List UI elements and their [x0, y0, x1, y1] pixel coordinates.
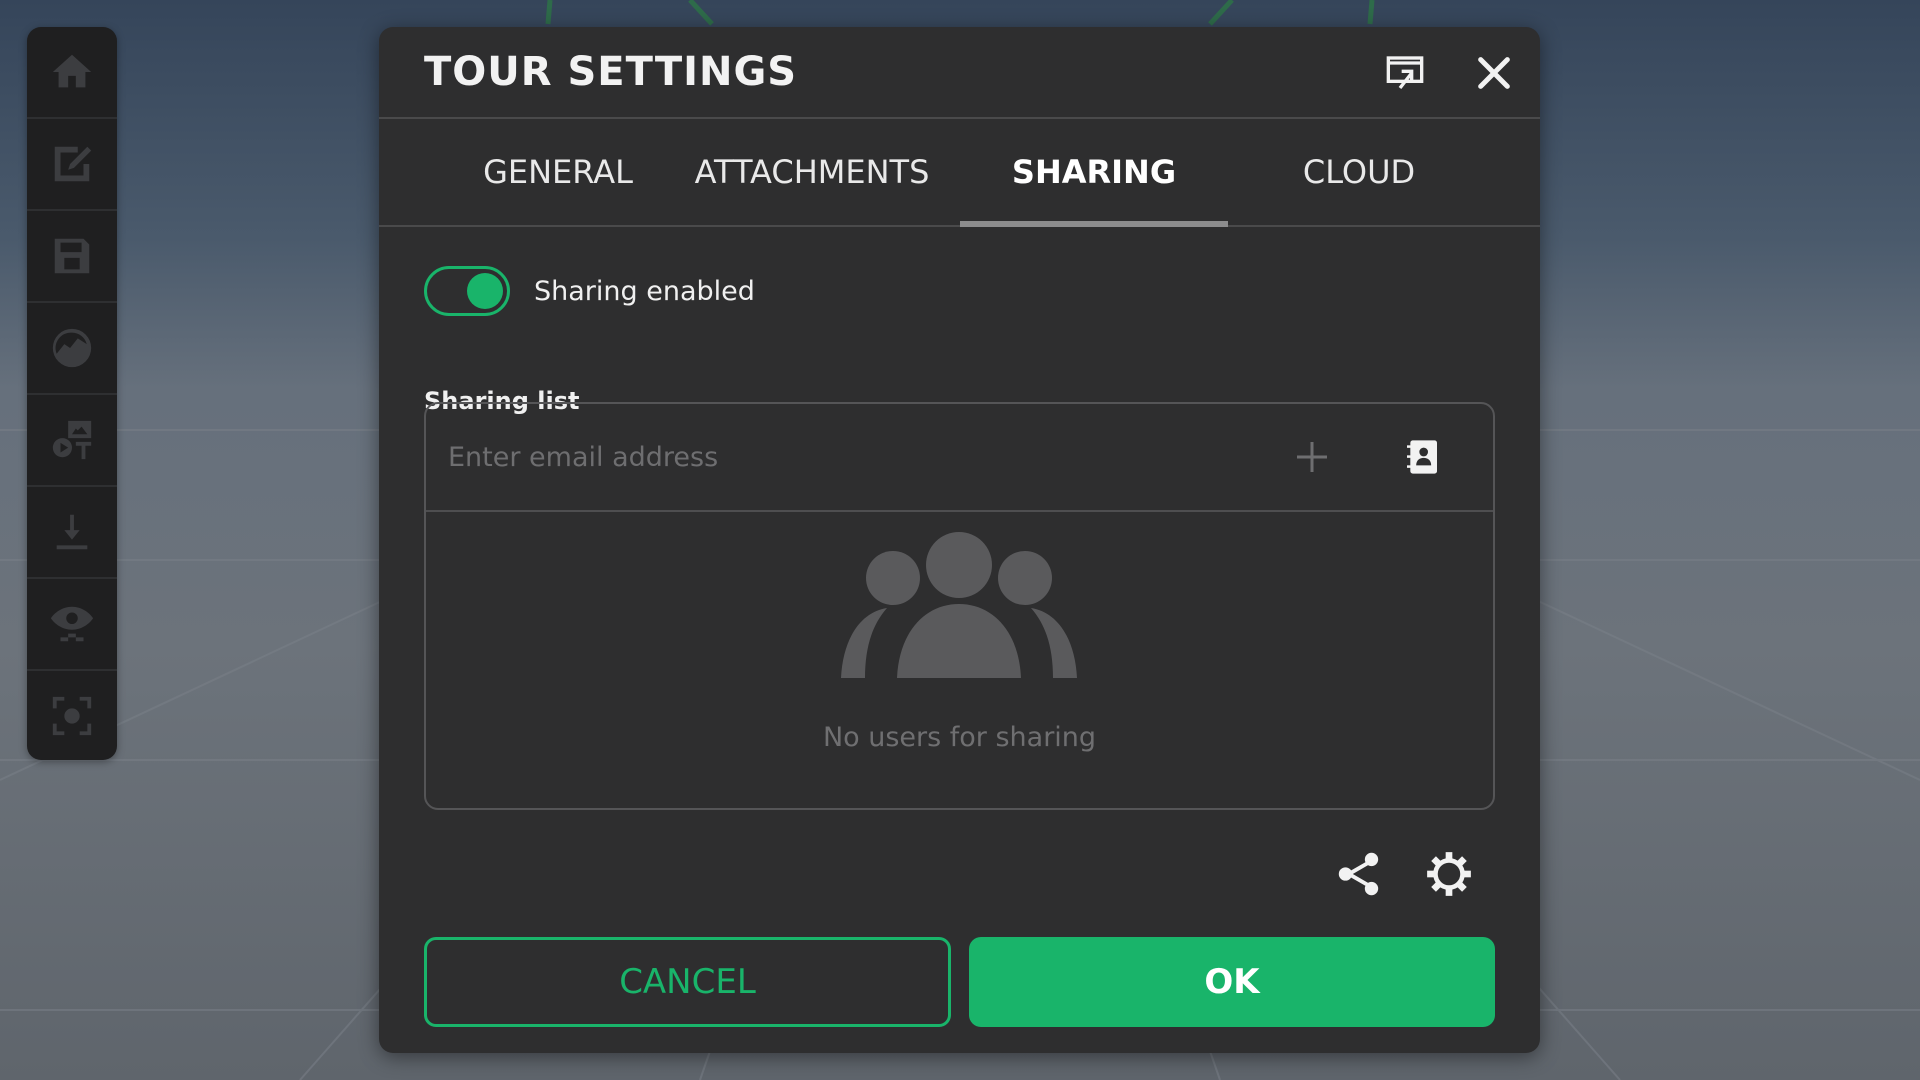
save-icon	[54, 238, 90, 274]
settings-tabs: GENERAL ATTACHMENTS SHARING CLOUD	[379, 119, 1540, 227]
toolbar-panorama-button[interactable]	[27, 303, 117, 395]
popout-button[interactable]	[1379, 47, 1431, 99]
close-icon	[1478, 57, 1510, 89]
group-users-icon	[841, 532, 1077, 678]
plus-icon	[1297, 442, 1327, 472]
dialog-header: TOUR SETTINGS	[379, 27, 1540, 119]
popout-window-icon	[1386, 56, 1424, 90]
sharing-list: No users for sharing	[424, 402, 1495, 810]
address-book-icon	[1407, 440, 1437, 474]
toolbar-home-button[interactable]	[27, 27, 117, 119]
close-button[interactable]	[1468, 47, 1520, 99]
share-button[interactable]	[1332, 847, 1386, 901]
panorama-icon	[52, 328, 92, 368]
download-icon	[56, 514, 88, 550]
sharing-enabled-label: Sharing enabled	[534, 275, 755, 307]
email-input-row	[426, 404, 1493, 512]
visibility-icon	[50, 606, 94, 642]
toolbar-edit-button[interactable]	[27, 119, 117, 211]
contacts-button[interactable]	[1394, 429, 1450, 485]
toolbar-capture-button[interactable]	[27, 671, 117, 760]
edit-icon	[54, 146, 92, 182]
sharing-enabled-toggle[interactable]	[424, 266, 510, 316]
ok-button[interactable]: OK	[969, 937, 1495, 1027]
left-toolbar	[27, 27, 117, 760]
toolbar-media-text-button[interactable]	[27, 395, 117, 487]
dialog-title: TOUR SETTINGS	[424, 49, 798, 95]
empty-state-text: No users for sharing	[822, 722, 1097, 753]
cancel-button[interactable]: CANCEL	[424, 937, 951, 1027]
toggle-knob	[467, 273, 503, 309]
media-text-icon	[52, 420, 92, 460]
sharing-toggle-row: Sharing enabled	[424, 264, 755, 318]
home-icon	[52, 54, 92, 88]
add-email-button[interactable]	[1284, 429, 1340, 485]
tab-attachments[interactable]: ATTACHMENTS	[695, 119, 930, 225]
gear-icon	[1427, 852, 1471, 896]
tab-general[interactable]: GENERAL	[477, 119, 639, 225]
tab-sharing[interactable]: SHARING	[960, 119, 1228, 227]
toolbar-save-button[interactable]	[27, 211, 117, 303]
email-input[interactable]	[446, 428, 1270, 486]
share-icon	[1338, 852, 1379, 896]
sharing-settings-button[interactable]	[1422, 847, 1476, 901]
toolbar-visibility-button[interactable]	[27, 579, 117, 671]
capture-icon	[52, 696, 92, 736]
tab-cloud[interactable]: CLOUD	[1274, 119, 1444, 225]
tour-settings-dialog: TOUR SETTINGS GENERAL ATTACHMENTS SHARIN…	[379, 27, 1540, 1053]
toolbar-download-button[interactable]	[27, 487, 117, 579]
